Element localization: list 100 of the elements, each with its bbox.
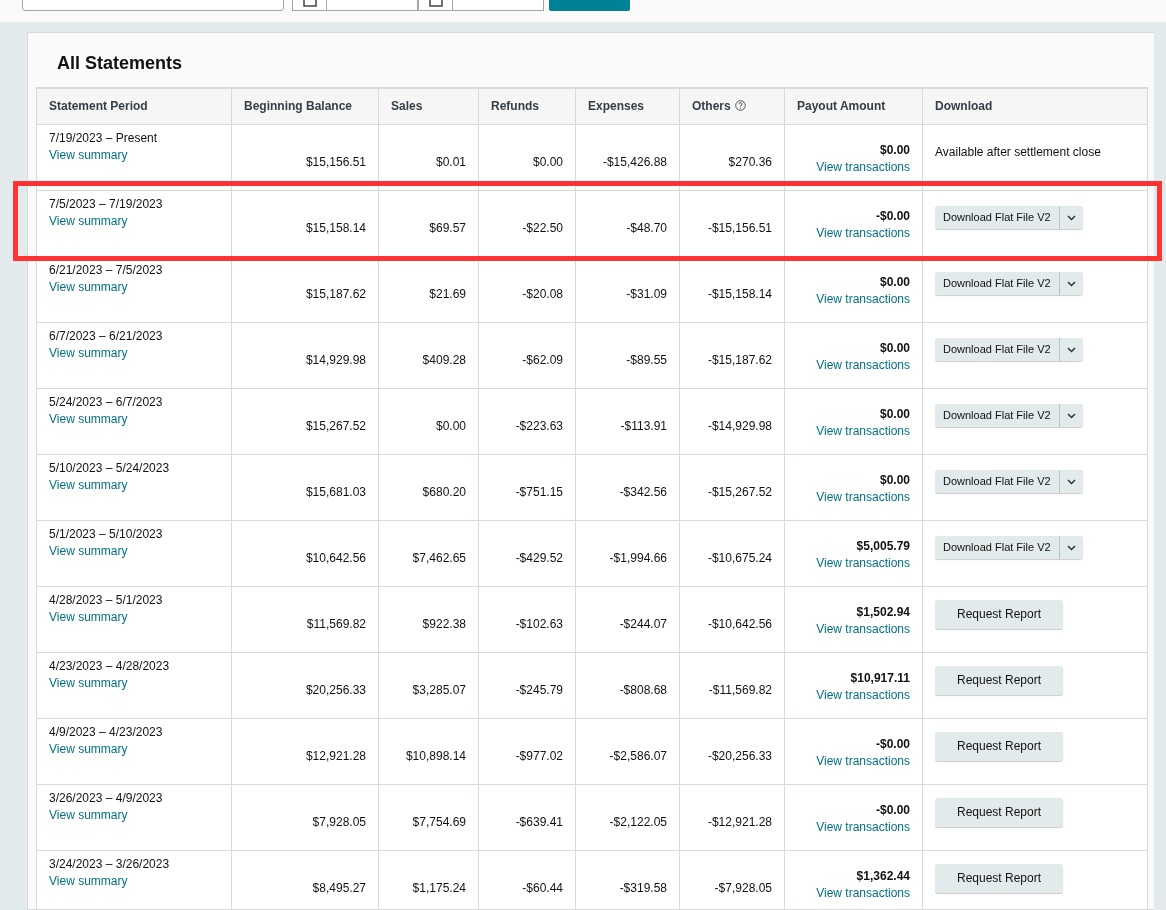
table-cell: -$15,426.88 — [602, 153, 667, 171]
payout-amount: $1,362.44 — [856, 868, 910, 886]
view-summary-link[interactable]: View summary — [49, 212, 128, 230]
view-summary-link[interactable]: View summary — [49, 476, 128, 494]
download-button[interactable]: Download Flat File V2 — [935, 470, 1060, 494]
table-cell: -$10,675.24 — [707, 549, 772, 567]
table-cell: $10,642.56 — [305, 549, 366, 567]
view-transactions-link[interactable]: View transactions — [816, 687, 910, 704]
table-cell: -$245.79 — [515, 681, 563, 699]
download-status: Available after settlement close — [935, 144, 1101, 161]
statement-period: 3/26/2023 – 4/9/2023 — [49, 790, 163, 807]
statement-period: 4/9/2023 – 4/23/2023 — [49, 724, 163, 741]
table-cell: -$113.91 — [620, 417, 667, 435]
table-cell: -$14,929.98 — [707, 417, 772, 435]
table-cell: -$244.07 — [619, 615, 667, 633]
request-report-button[interactable]: Request Report — [935, 864, 1063, 893]
caret-icon — [1066, 214, 1076, 221]
view-transactions-link[interactable]: View transactions — [816, 489, 910, 506]
table-cell: -$62.09 — [522, 351, 563, 369]
view-summary-link[interactable]: View summary — [49, 740, 128, 758]
table-cell: $922.38 — [422, 615, 466, 633]
view-transactions-link[interactable]: View transactions — [816, 621, 910, 638]
column-header: Payout Amount — [784, 87, 923, 125]
table-cell: -$20,256.33 — [707, 747, 772, 765]
table-cell: $12,921.28 — [305, 747, 366, 765]
table-cell: -$319.58 — [619, 879, 667, 897]
table-cell: -$15,187.62 — [707, 351, 772, 369]
view-summary-link[interactable]: View summary — [49, 410, 128, 428]
request-report-button[interactable]: Request Report — [935, 732, 1063, 761]
caret-icon — [1066, 544, 1076, 551]
statement-period: 7/5/2023 – 7/19/2023 — [49, 196, 163, 213]
dropdown-button[interactable] — [1059, 206, 1083, 230]
column-header: Sales — [378, 87, 479, 125]
table-cell: $7,754.69 — [412, 813, 466, 831]
view-transactions-link[interactable]: View transactions — [816, 555, 910, 572]
view-summary-link[interactable]: View summary — [49, 806, 128, 824]
statement-period: 5/1/2023 – 5/10/2023 — [49, 526, 163, 543]
caret-icon — [1066, 478, 1076, 485]
view-summary-link[interactable]: View summary — [49, 146, 128, 164]
table-cell: -$102.63 — [515, 615, 563, 633]
caret-icon — [1066, 346, 1076, 353]
view-transactions-link[interactable]: View transactions — [816, 291, 910, 308]
download-button[interactable]: Download Flat File V2 — [935, 536, 1060, 560]
statement-period: 3/24/2023 – 3/26/2023 — [49, 856, 170, 873]
dropdown-button[interactable] — [1059, 404, 1083, 428]
dropdown-button[interactable] — [1059, 470, 1083, 494]
dropdown-button[interactable] — [1059, 536, 1083, 560]
table-cell: $270.36 — [728, 153, 772, 171]
table-cell: $15,681.03 — [305, 483, 366, 501]
table-cell: $3,285.07 — [412, 681, 466, 699]
statement-period: 4/28/2023 – 5/1/2023 — [49, 592, 163, 609]
table-cell: -$808.68 — [619, 681, 667, 699]
table-cell: -$15,267.52 — [707, 483, 772, 501]
table-cell: $15,187.62 — [305, 285, 366, 303]
table-cell: -$22.50 — [522, 219, 563, 237]
payout-amount: $0.00 — [879, 274, 910, 292]
view-summary-link[interactable]: View summary — [49, 344, 128, 362]
download-button[interactable]: Download Flat File V2 — [935, 404, 1060, 428]
column-header: Expenses — [575, 87, 680, 125]
view-transactions-link[interactable]: View transactions — [816, 819, 910, 836]
view-transactions-link[interactable]: View transactions — [816, 225, 910, 242]
table-cell: $0.00 — [532, 153, 563, 171]
table-cell: $15,156.51 — [305, 153, 366, 171]
request-report-button[interactable]: Request Report — [935, 600, 1063, 629]
view-transactions-link[interactable]: View transactions — [816, 423, 910, 440]
payout-amount: $0.00 — [879, 472, 910, 490]
table-cell: $680.20 — [422, 483, 466, 501]
dropdown-button[interactable] — [1059, 338, 1083, 362]
view-summary-link[interactable]: View summary — [49, 278, 128, 296]
table-cell: $1,175.24 — [412, 879, 466, 897]
table-cell: -$15,158.14 — [707, 285, 772, 303]
column-header: Refunds — [478, 87, 576, 125]
column-header: Others — [692, 99, 731, 114]
table-cell: $7,928.05 — [312, 813, 366, 831]
view-summary-link[interactable]: View summary — [49, 872, 128, 890]
download-button[interactable]: Download Flat File V2 — [935, 338, 1060, 362]
request-report-button[interactable]: Request Report — [935, 798, 1063, 827]
view-transactions-link[interactable]: View transactions — [816, 753, 910, 770]
table-cell: -$11,569.82 — [708, 681, 772, 699]
table-cell: -$20.08 — [522, 285, 563, 303]
request-report-button[interactable]: Request Report — [935, 666, 1063, 695]
table-cell: $11,569.82 — [306, 615, 366, 633]
download-button[interactable]: Download Flat File V2 — [935, 272, 1060, 296]
payout-amount: -$0.00 — [875, 208, 910, 226]
view-transactions-link[interactable]: View transactions — [816, 357, 910, 374]
download-button[interactable]: Download Flat File V2 — [935, 206, 1060, 230]
card-title: All Statements — [56, 52, 184, 75]
table-cell: $15,158.14 — [305, 219, 366, 237]
view-transactions-link[interactable]: View transactions — [816, 159, 910, 176]
dropdown-button[interactable] — [1059, 272, 1083, 296]
view-summary-link[interactable]: View summary — [49, 608, 128, 626]
table-cell: $0.00 — [435, 417, 466, 435]
view-summary-link[interactable]: View summary — [49, 674, 128, 692]
view-summary-link[interactable]: View summary — [49, 542, 128, 560]
help-icon[interactable] — [734, 100, 746, 112]
caret-icon — [1066, 280, 1076, 287]
view-transactions-link[interactable]: View transactions — [816, 885, 910, 902]
caret-icon — [1066, 412, 1076, 419]
statement-period: 4/23/2023 – 4/28/2023 — [49, 658, 170, 675]
statement-period: 6/7/2023 – 6/21/2023 — [49, 328, 163, 345]
